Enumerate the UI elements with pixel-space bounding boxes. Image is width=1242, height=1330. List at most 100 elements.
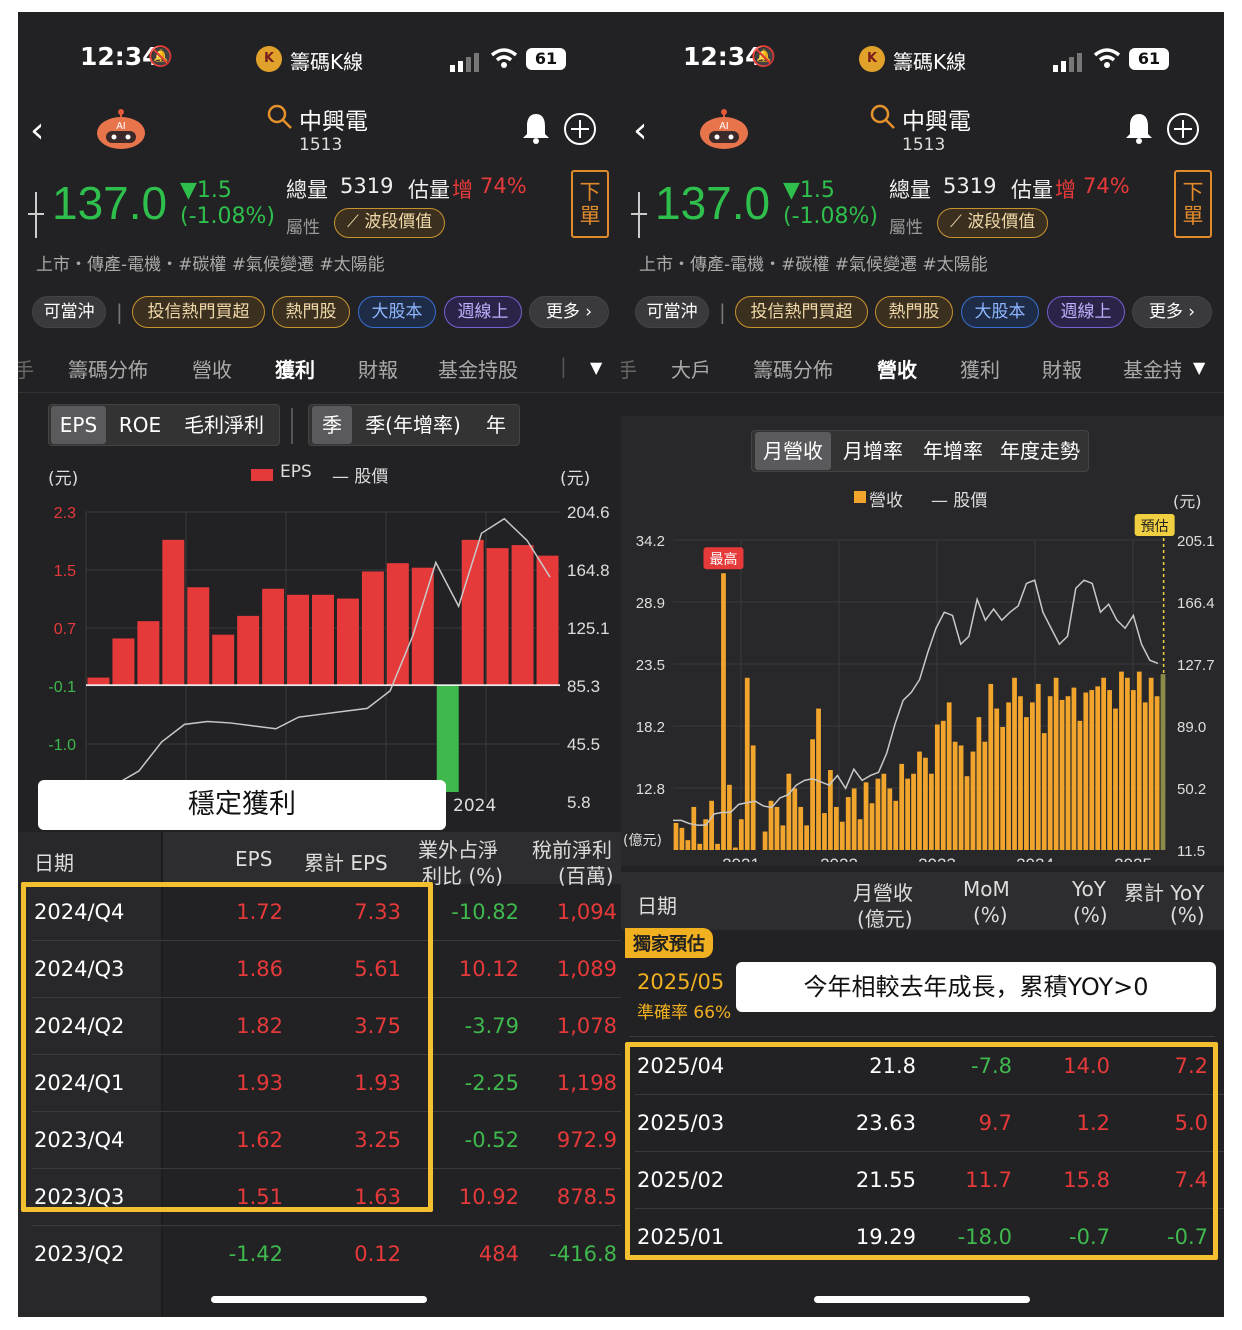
pill-weekly-above[interactable]: 週線上	[1047, 296, 1125, 328]
mute-icon: 🔕	[751, 44, 776, 68]
nav-tab-chips[interactable]: 籌碼分佈	[68, 354, 148, 383]
pill-hot-stock[interactable]: 熱門股	[272, 296, 350, 328]
th-mom-1: MoM	[963, 877, 1010, 901]
seg-year[interactable]: 年	[476, 406, 516, 444]
nav-dropdown-icon[interactable]: ▼	[590, 358, 602, 377]
order-button[interactable]: 下單	[571, 170, 609, 238]
x-tick: 2023	[918, 855, 956, 862]
nav-tab-major[interactable]: 大戶	[671, 354, 711, 383]
nav-dropdown-icon[interactable]: ▼	[1193, 358, 1205, 377]
app-logo-icon: K	[859, 46, 885, 72]
add-watchlist-icon[interactable]	[1166, 112, 1200, 150]
pill-trust-buy[interactable]: 投信熱門買超	[735, 296, 868, 328]
pill-weekly-above[interactable]: 週線上	[444, 296, 522, 328]
search-icon[interactable]	[870, 104, 896, 134]
revenue-bar	[1148, 677, 1154, 850]
battery-icon: 61	[526, 48, 566, 70]
revenue-bar	[738, 819, 744, 850]
seg-margin[interactable]: 毛利淨利	[176, 406, 272, 444]
seg-mom[interactable]: 月增率	[835, 432, 911, 470]
y-tick-left: 23.5	[636, 657, 665, 674]
candle-icon	[629, 190, 649, 244]
pill-large-cap[interactable]: 大股本	[961, 296, 1039, 328]
eps-bar	[237, 615, 260, 686]
revenue-bar	[1136, 671, 1142, 850]
nav-tab-profit[interactable]: 獲利	[960, 354, 1000, 383]
forecast-accuracy: 準確率 66%	[637, 1003, 732, 1023]
seg-annual[interactable]: 年度走勢	[995, 432, 1085, 470]
revenue-bar	[1089, 690, 1095, 850]
th-pretax-1: 稅前淨利	[532, 838, 612, 862]
seg-eps[interactable]: EPS	[51, 406, 106, 444]
seg-quarter[interactable]: 季	[312, 406, 352, 444]
pill-trust-buy[interactable]: 投信熱門買超	[132, 296, 265, 328]
row-nonop-ratio: -3.79	[464, 1014, 519, 1038]
add-watchlist-icon[interactable]	[563, 112, 597, 150]
est-volume-label: 估量	[1011, 178, 1053, 202]
pill-more[interactable]: 更多 ›	[1132, 296, 1212, 328]
revenue-bar	[923, 757, 928, 850]
revenue-bar	[1130, 690, 1136, 850]
forecast-date: 2025/05	[637, 970, 725, 994]
stock-name[interactable]: 中興電	[902, 102, 971, 136]
attr-badge[interactable]: ⟋ 波段價值	[334, 208, 446, 238]
callout-yoy-growth: 今年相較去年成長，累積YOY>0	[736, 962, 1216, 1012]
row-pretax: 1,078	[556, 1014, 617, 1038]
row-date: 2023/Q2	[34, 1242, 125, 1266]
pill-divider: |	[719, 300, 726, 324]
eps-bar	[386, 563, 409, 686]
nav-tab-financials[interactable]: 財報	[1042, 354, 1082, 383]
nav-tab-revenue[interactable]: 營收	[877, 354, 917, 383]
seg-monthly[interactable]: 月營收	[755, 432, 831, 470]
nav-tab-chips[interactable]: 籌碼分佈	[753, 354, 833, 383]
row-nonop-ratio: 10.12	[458, 957, 519, 981]
pill-large-cap[interactable]: 大股本	[358, 296, 436, 328]
forecast-tag: 預估	[1141, 519, 1169, 535]
stock-name[interactable]: 中興電	[299, 102, 368, 136]
order-button[interactable]: 下單	[1174, 170, 1212, 238]
ai-robot-icon[interactable]: AI	[699, 109, 749, 155]
search-icon[interactable]	[267, 104, 293, 134]
bell-icon[interactable]	[1124, 112, 1154, 148]
row-nonop-ratio: 484	[478, 1242, 519, 1266]
bell-icon[interactable]	[521, 112, 551, 148]
home-indicator[interactable]	[211, 1296, 427, 1303]
phone-screen-profit: 12:34 🔕 K 籌碼K線 61 ‹ AI 中興電 1513 137.0 ▼1…	[18, 12, 621, 1317]
nav-tab-financials[interactable]: 財報	[358, 354, 398, 383]
nav-tab-fund[interactable]: 基金持股	[438, 354, 518, 383]
revenue-bar	[1113, 708, 1118, 850]
pill-hot-stock[interactable]: 熱門股	[875, 296, 953, 328]
y-tick-left: 18.2	[636, 719, 665, 736]
y-tick-right: 5.8	[567, 793, 591, 812]
y-tick-right: 11.5	[1177, 843, 1205, 860]
eps-bar	[87, 677, 110, 686]
nav-tab-revenue[interactable]: 營收	[192, 354, 232, 383]
seg-roe[interactable]: ROE	[114, 406, 166, 444]
th-yoy-2: (%)	[1073, 903, 1108, 927]
nav-tab-fund[interactable]: 基金持	[1123, 354, 1181, 383]
seg-divider	[291, 408, 293, 444]
back-icon[interactable]: ‹	[633, 110, 647, 151]
ai-robot-icon[interactable]: AI	[96, 109, 146, 155]
table-row[interactable]: 2023/Q2 -1.42 0.12 484 -416.8	[18, 1226, 621, 1283]
home-indicator[interactable]	[814, 1296, 1030, 1303]
y-tick-right: 164.8	[567, 561, 610, 580]
y-tick-left: 2.3	[54, 505, 76, 522]
pill-more[interactable]: 更多 ›	[529, 296, 609, 328]
y-tick-left: -1.0	[48, 737, 76, 754]
pill-day-trade[interactable]: 可當沖	[635, 296, 709, 328]
est-volume-pct: 74%	[1083, 174, 1130, 198]
th-yoy-1: YoY	[1072, 877, 1107, 901]
seg-quarter-yoy[interactable]: 季(年增率)	[360, 406, 466, 444]
row-nonop-ratio: -0.52	[464, 1128, 519, 1152]
revenue-bar	[1024, 717, 1029, 850]
attr-badge[interactable]: ⟋ 波段價值	[937, 208, 1049, 238]
revenue-bar	[964, 776, 970, 850]
pill-day-trade[interactable]: 可當沖	[32, 296, 106, 328]
back-icon[interactable]: ‹	[30, 110, 44, 151]
revenue-bar	[1047, 696, 1053, 850]
seg-yoy[interactable]: 年增率	[915, 432, 991, 470]
row-eps: -1.42	[228, 1242, 283, 1266]
nav-tab-profit[interactable]: 獲利	[275, 354, 315, 383]
revenue-bar	[917, 751, 922, 850]
